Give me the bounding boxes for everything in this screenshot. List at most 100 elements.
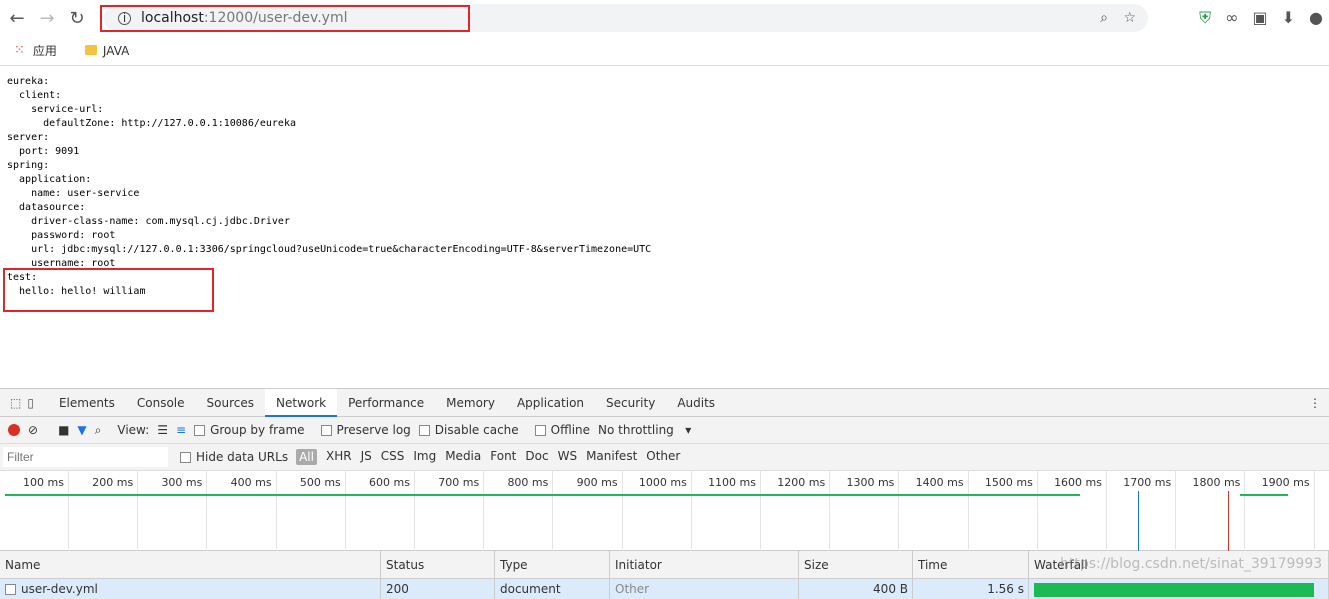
timeline-overview[interactable]: 1900 ms 1800 ms 1700 ms 1600 ms 1500 ms 1400 … <box>0 471 1329 551</box>
inspect-icon[interactable]: ⬚ <box>10 396 21 410</box>
tab-application[interactable]: Application <box>506 389 595 417</box>
filter-type-all[interactable]: All <box>296 449 317 465</box>
bookmarks-bar: ⁙ 应用 JAVA <box>0 36 1329 66</box>
tab-network[interactable]: Network <box>265 388 338 417</box>
filter-type-css[interactable]: CSS <box>381 449 405 465</box>
hide-data-urls-checkbox[interactable]: Hide data URLs <box>180 450 288 464</box>
timeline-tick: 1900 ms <box>1246 471 1315 551</box>
timeline-tick: 400 ms <box>208 471 277 551</box>
tab-performance[interactable]: Performance <box>337 389 435 417</box>
tab-sources[interactable]: Sources <box>196 389 265 417</box>
filter-type-other[interactable]: Other <box>646 449 680 465</box>
timeline-tick: 1800 ms <box>1176 471 1246 551</box>
timeline-tick: 700 ms <box>415 471 485 551</box>
cell-status: 200 <box>381 579 495 599</box>
cell-waterfall <box>1029 579 1329 599</box>
overview-icon[interactable]: ≡ <box>176 423 186 437</box>
filter-type-manifest[interactable]: Manifest <box>586 449 637 465</box>
tab-memory[interactable]: Memory <box>435 389 506 417</box>
back-icon[interactable]: ← <box>4 8 30 29</box>
column-size[interactable]: Size <box>799 551 913 578</box>
tab-console[interactable]: Console <box>126 389 196 417</box>
record-icon[interactable] <box>8 424 20 436</box>
camera-icon[interactable]: ■ <box>58 423 69 437</box>
filter-type-js[interactable]: JS <box>361 449 372 465</box>
timeline-tick: 1600 ms <box>1038 471 1107 551</box>
filter-type-font[interactable]: Font <box>490 449 516 465</box>
tab-audits[interactable]: Audits <box>666 389 726 417</box>
test-highlight-box <box>3 268 214 312</box>
yaml-line: application: <box>7 174 92 185</box>
preserve-log-checkbox[interactable]: Preserve log <box>320 423 411 437</box>
url-highlight-box <box>100 5 470 32</box>
cell-time: 1.56 s <box>913 579 1029 599</box>
infinity-extension-icon[interactable]: ∞ <box>1225 8 1238 28</box>
view-label: View: <box>117 423 150 437</box>
filter-input[interactable] <box>3 447 168 467</box>
large-rows-icon[interactable]: ☰ <box>157 423 168 437</box>
network-toolbar: ⊘ ■ ▼ ⌕ View: ☰ ≡ Group by frame Preserv… <box>0 417 1329 444</box>
bookmark-apps[interactable]: 应用 <box>33 42 57 59</box>
yaml-line: datasource: <box>7 202 86 213</box>
yaml-content: eureka: client: service-url: defaultZone… <box>7 75 651 299</box>
filter-type-ws[interactable]: WS <box>558 449 577 465</box>
column-status[interactable]: Status <box>381 551 495 578</box>
yaml-line: spring: <box>7 160 50 171</box>
timeline-tick: 900 ms <box>554 471 623 551</box>
timeline-tick: 1000 ms <box>623 471 692 551</box>
filter-type-doc[interactable]: Doc <box>525 449 548 465</box>
timeline-tick: 100 ms <box>0 471 69 551</box>
apps-grid-icon[interactable]: ⁙ <box>14 43 25 58</box>
yaml-line: service-url: <box>7 104 104 115</box>
cell-size: 400 B <box>799 579 913 599</box>
watermark: https://blog.csdn.net/sinat_39179993 <box>1060 556 1323 572</box>
filter-icon[interactable]: ▼ <box>77 423 86 437</box>
yaml-line: eureka: <box>7 76 50 87</box>
star-icon[interactable]: ☆ <box>1123 10 1136 26</box>
yaml-line: driver-class-name: com.mysql.cj.jdbc.Dri… <box>7 216 290 227</box>
tab-elements[interactable]: Elements <box>48 389 126 417</box>
more-menu-icon[interactable]: ⋮ <box>1309 396 1321 410</box>
device-toggle-icon[interactable]: ▯ <box>27 396 34 410</box>
timeline-tick: 300 ms <box>138 471 208 551</box>
bookmark-java[interactable]: JAVA <box>84 44 129 58</box>
filter-bar: Hide data URLs All XHR JS CSS Img Media Font Do… <box>0 444 1329 471</box>
yaml-line: url: jdbc:mysql://127.0.0.1:3306/springc… <box>7 244 652 255</box>
offline-checkbox[interactable]: Offline <box>534 423 590 437</box>
filter-type-xhr[interactable]: XHR <box>326 449 352 465</box>
waterfall-bar <box>1034 583 1314 597</box>
disable-cache-checkbox[interactable]: Disable cache <box>418 423 519 437</box>
table-row[interactable]: user-dev.yml 200 document Other 400 B 1.… <box>0 579 1329 599</box>
account-icon[interactable]: ● <box>1309 8 1323 28</box>
column-initiator[interactable]: Initiator <box>610 551 799 578</box>
yaml-line: name: user-service <box>7 188 140 199</box>
download-icon[interactable]: ⬇ <box>1282 8 1295 28</box>
cell-initiator: Other <box>610 579 799 599</box>
throttling-select[interactable]: No throttling ▾ <box>598 423 691 437</box>
forward-icon[interactable]: → <box>34 8 60 29</box>
filter-type-media[interactable]: Media <box>445 449 481 465</box>
timeline-tick: 200 ms <box>69 471 139 551</box>
cell-type: document <box>495 579 610 599</box>
timeline-tick: 1700 ms <box>1107 471 1177 551</box>
cell-name: user-dev.yml <box>0 579 381 599</box>
folder-icon <box>84 44 97 55</box>
shield-extension-icon[interactable]: ⛨ <box>1199 8 1211 28</box>
search-icon[interactable]: ⌕ <box>95 423 102 438</box>
reload-icon[interactable]: ↻ <box>64 8 90 29</box>
tab-security[interactable]: Security <box>595 389 666 417</box>
extension-icon[interactable]: ▣ <box>1253 8 1268 28</box>
group-by-frame-checkbox[interactable]: Group by frame <box>194 423 305 437</box>
column-type[interactable]: Type <box>495 551 610 578</box>
column-name[interactable]: Name <box>0 551 381 578</box>
timeline-tick: 1500 ms <box>969 471 1038 551</box>
column-time[interactable]: Time <box>913 551 1029 578</box>
timeline-tick: 1300 ms <box>830 471 900 551</box>
zoom-icon[interactable]: ⌕ <box>1100 10 1108 26</box>
timeline-tick: 600 ms <box>346 471 415 551</box>
load-event-line <box>1228 491 1229 551</box>
timeline-tick: 1400 ms <box>900 471 969 551</box>
filter-type-img[interactable]: Img <box>413 449 436 465</box>
clear-icon[interactable]: ⊘ <box>28 423 38 437</box>
waterfall-overview-bar <box>1240 494 1288 496</box>
